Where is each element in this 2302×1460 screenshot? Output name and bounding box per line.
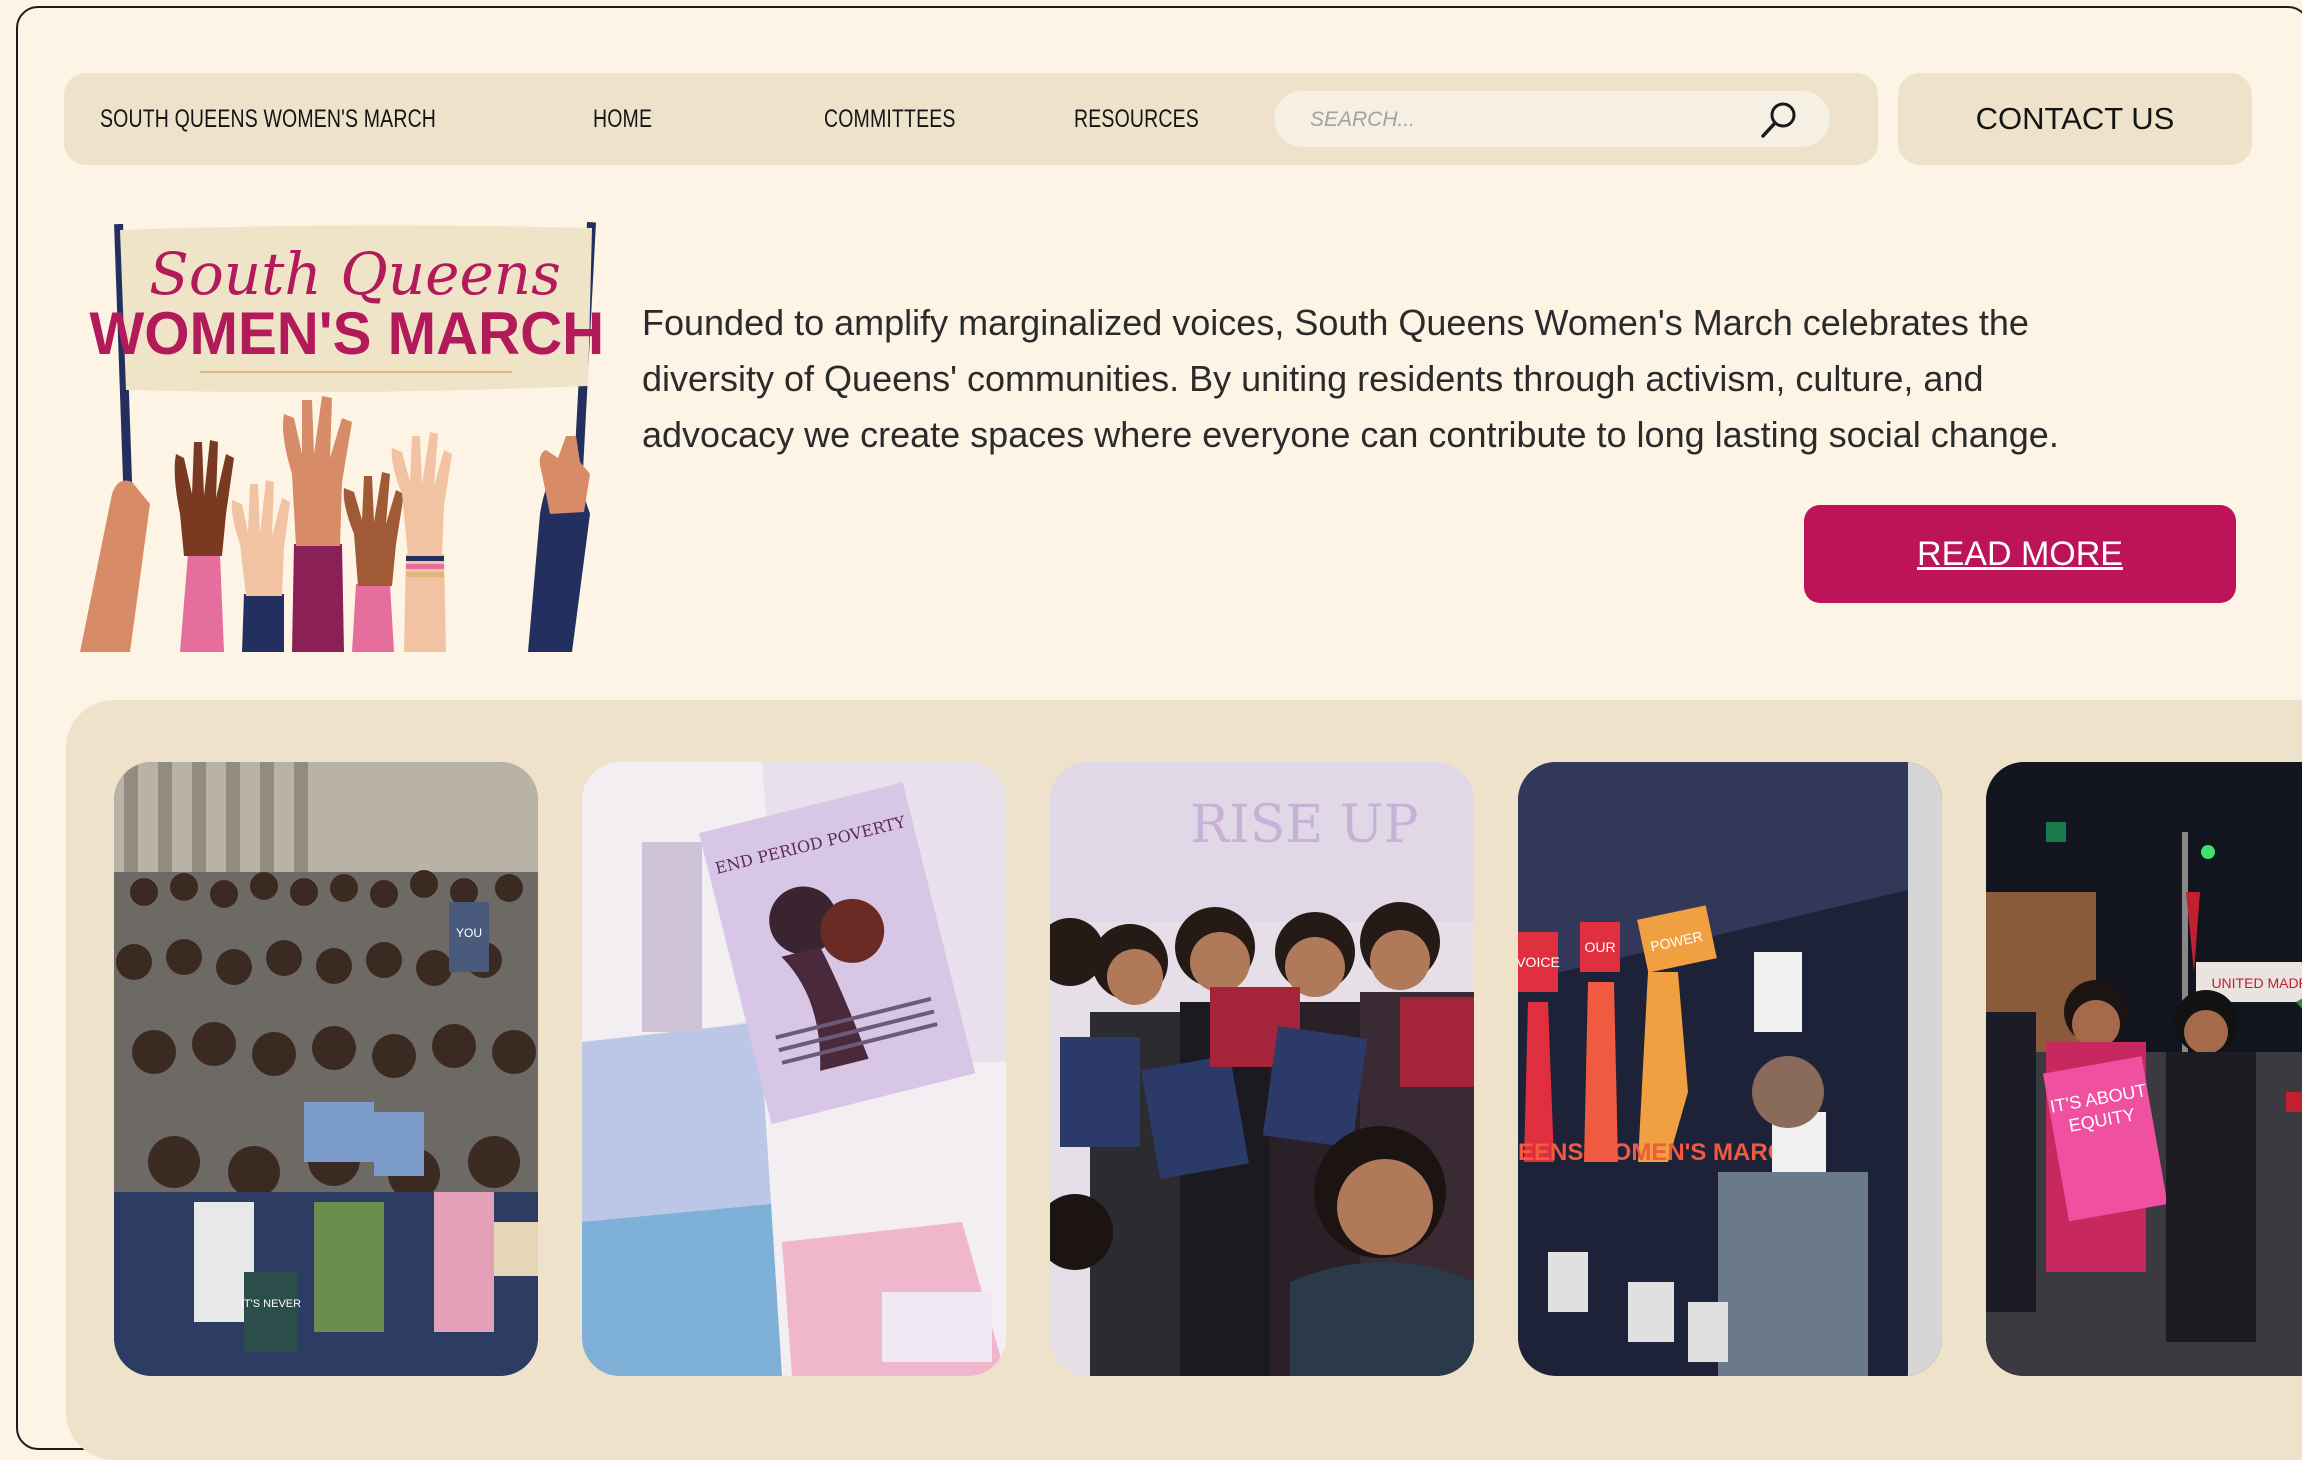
logo-script-text: South Queens <box>149 240 561 308</box>
logo-title-text: WOMEN'S MARCH <box>89 299 604 367</box>
mission-line-2: diversity of Queens' communities. By uni… <box>642 358 1984 399</box>
svg-text:YOU: YOU <box>456 926 482 940</box>
search-box <box>1274 91 1830 147</box>
nav-link-home[interactable]: HOME <box>593 73 652 165</box>
svg-text:IT'S NEVER: IT'S NEVER <box>241 1298 301 1310</box>
rally-crowd-photo[interactable]: YOU IT'S NEVER <box>114 762 538 1376</box>
period-kits-photo[interactable]: END PERIOD POVERTY <box>582 762 1006 1376</box>
nav-link-resources[interactable]: RESOURCES <box>1074 73 1199 165</box>
mission-line-3: advocacy we create spaces where everyone… <box>642 414 2059 455</box>
search-input[interactable] <box>1308 99 1752 141</box>
nav-link-committees[interactable]: COMMITTEES <box>824 73 956 165</box>
svg-text:RISE UP: RISE UP <box>1190 795 1419 855</box>
search-icon[interactable] <box>1756 97 1802 143</box>
window-mural-photo[interactable]: VOICE OUR POWER EENS WOMEN'S MARCH <box>1518 762 1942 1376</box>
svg-text:OUR: OUR <box>1584 939 1615 955</box>
svg-text:EENS WOMEN'S MARCH: EENS WOMEN'S MARCH <box>1518 1139 1802 1166</box>
svg-text:VOICE: VOICE <box>1518 954 1560 970</box>
night-march-photo[interactable]: UNITED MADRASSI IT'S ABOUT EQUITY <box>1986 762 2302 1376</box>
svg-text:UNITED MADRASSI: UNITED MADRASSI <box>2211 975 2302 991</box>
site-brand-link[interactable]: SOUTH QUEENS WOMEN'S MARCH <box>100 73 436 165</box>
south-queens-womens-march-logo: South Queens WOMEN'S MARCH <box>80 222 604 652</box>
mission-statement: Founded to amplify marginalized voices, … <box>642 295 2222 463</box>
mission-line-1: Founded to amplify marginalized voices, … <box>642 302 2029 343</box>
award-ceremony-photo[interactable]: RISE UP <box>1050 762 1474 1376</box>
read-more-button[interactable]: READ MORE <box>1804 505 2236 603</box>
contact-us-button[interactable]: CONTACT US <box>1898 73 2252 165</box>
